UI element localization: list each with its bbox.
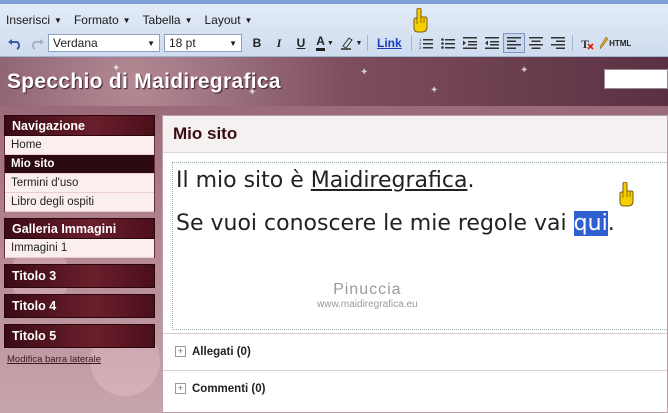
bulleted-list-icon[interactable] <box>437 33 459 53</box>
chevron-down-icon: ▼ <box>229 38 237 48</box>
menu-inserisci[interactable]: Inserisci ▼ <box>6 11 62 29</box>
comments-section[interactable]: + Commenti (0) <box>163 370 667 406</box>
editor-chrome: Inserisci ▼ Formato ▼ Tabella ▼ Layout ▼ Ver… <box>0 0 668 57</box>
italic-button[interactable]: I <box>268 33 290 53</box>
expand-plus-icon[interactable]: + <box>175 383 186 394</box>
underline-button[interactable]: U <box>290 33 312 53</box>
text-span: . <box>467 168 475 193</box>
toolbar-divider <box>571 35 573 51</box>
widget-title: Navigazione <box>4 115 155 136</box>
text-span: . <box>607 211 615 236</box>
sparkle-icon: ✦ <box>360 67 369 78</box>
font-family-select[interactable]: Verdana ▼ <box>48 34 160 52</box>
widget-titolo-4: Titolo 4 <box>4 294 155 318</box>
html-label: HTML <box>609 38 632 48</box>
text-span: Se vuoi conoscere le mie regole vai <box>176 211 574 236</box>
caret-down-icon: ▼ <box>244 15 253 25</box>
page-title: Mio sito <box>163 116 667 153</box>
menu-label: Tabella <box>142 13 181 27</box>
toolbar-divider <box>410 35 412 51</box>
rich-text-editor[interactable]: Il mio sito è Maidiregrafica. Se vuoi co… <box>172 162 668 330</box>
font-family-value: Verdana <box>53 36 98 50</box>
svg-text:3: 3 <box>419 45 422 49</box>
caret-down-icon: ▼ <box>122 15 131 25</box>
selected-text[interactable]: qui <box>573 211 608 236</box>
text-span: Il mio sito è <box>176 168 311 193</box>
widget-galleria: Galleria Immagini Immagini 1 <box>4 218 155 258</box>
sidebar-item-termini[interactable]: Termini d'uso <box>5 174 154 193</box>
menu-label: Layout <box>204 13 241 27</box>
bold-button[interactable]: B <box>246 33 268 53</box>
edit-html-button[interactable]: HTML <box>598 33 634 53</box>
menu-tabella[interactable]: Tabella ▼ <box>143 11 193 29</box>
caret-down-icon: ▼ <box>184 15 193 25</box>
highlighter-icon <box>340 37 353 50</box>
hand-pointer-icon <box>619 182 634 207</box>
sidebar: Navigazione Home Mio sito Termini d'uso … <box>4 115 155 365</box>
indent-icon[interactable] <box>459 33 481 53</box>
align-left-icon[interactable] <box>502 33 525 53</box>
formatting-toolbar: Verdana ▼ 18 pt ▼ B I U A ▼ ▼ Link 123 T… <box>4 33 634 53</box>
widget-title: Titolo 5 <box>4 324 155 348</box>
post-panel: Mio sito Il mio sito è Maidiregrafica. S… <box>162 115 668 413</box>
edit-sidebar-link[interactable]: Modifica barra laterale <box>4 354 155 365</box>
content-line-1: Il mio sito è Maidiregrafica. <box>176 168 474 193</box>
attachments-section[interactable]: + Allegati (0) <box>163 333 667 369</box>
blog-header: ✦ ✦ ✦ ✦ ✦ Specchio di Maidiregrafica <box>0 57 668 106</box>
widget-navigazione: Navigazione Home Mio sito Termini d'uso … <box>4 115 155 212</box>
sidebar-item-libro-ospiti[interactable]: Libro degli ospiti <box>5 193 154 212</box>
menu-layout[interactable]: Layout ▼ <box>205 11 253 29</box>
pencil-icon <box>600 37 609 49</box>
content-line-2: Se vuoi conoscere le mie regole vai qui. <box>176 211 615 236</box>
attachments-label: Allegati (0) <box>192 345 251 358</box>
chevron-down-icon: ▼ <box>355 39 363 47</box>
chevron-down-icon: ▼ <box>147 38 155 48</box>
caret-down-icon: ▼ <box>54 15 62 25</box>
numbered-list-icon[interactable]: 123 <box>415 33 437 53</box>
text-color-button[interactable]: A ▼ <box>312 33 338 53</box>
link-button[interactable]: Link <box>371 33 408 53</box>
align-right-icon[interactable] <box>547 33 569 53</box>
comments-label: Commenti (0) <box>192 382 266 395</box>
hand-pointer-icon <box>413 8 428 33</box>
highlight-color-button[interactable]: ▼ <box>338 33 364 53</box>
undo-icon[interactable] <box>4 33 26 53</box>
sidebar-item-home[interactable]: Home <box>5 136 154 155</box>
remove-formatting-icon[interactable]: T <box>576 33 598 53</box>
menu-label: Inserisci <box>6 13 51 27</box>
widget-titolo-3: Titolo 3 <box>4 264 155 288</box>
expand-plus-icon[interactable]: + <box>175 346 186 357</box>
redo-icon[interactable] <box>26 33 48 53</box>
align-center-icon[interactable] <box>525 33 547 53</box>
blog-title: Specchio di Maidiregrafica <box>7 70 281 93</box>
font-size-value: 18 pt <box>169 36 196 50</box>
widget-title: Titolo 4 <box>4 294 155 318</box>
sidebar-item-mio-sito[interactable]: Mio sito <box>5 155 154 174</box>
widget-title: Galleria Immagini <box>4 218 155 239</box>
gallery-list: Immagini 1 <box>4 239 155 258</box>
toolbar-divider <box>367 35 368 51</box>
widget-title: Titolo 3 <box>4 264 155 288</box>
sparkle-icon: ✦ <box>520 65 529 76</box>
sparkle-icon: ✦ <box>430 85 439 96</box>
watermark-name: Pinuccia <box>333 281 402 298</box>
watermark: Pinuccia www.maidiregrafica.eu <box>317 281 418 310</box>
menubar: Inserisci ▼ Formato ▼ Tabella ▼ Layout ▼ <box>6 11 252 29</box>
site-link[interactable]: Maidiregrafica <box>311 168 468 193</box>
text-color-label: A <box>316 35 325 51</box>
widget-titolo-5: Titolo 5 <box>4 324 155 348</box>
sidebar-item-immagini-1[interactable]: Immagini 1 <box>5 239 154 258</box>
menu-formato[interactable]: Formato ▼ <box>74 11 131 29</box>
menu-label: Formato <box>73 13 119 27</box>
watermark-url: www.maidiregrafica.eu <box>317 299 418 310</box>
nav-list: Home Mio sito Termini d'uso Libro degli … <box>4 136 155 212</box>
font-size-select[interactable]: 18 pt ▼ <box>164 34 242 52</box>
chevron-down-icon: ▼ <box>326 39 334 47</box>
search-input[interactable] <box>604 69 668 89</box>
outdent-icon[interactable] <box>481 33 503 53</box>
